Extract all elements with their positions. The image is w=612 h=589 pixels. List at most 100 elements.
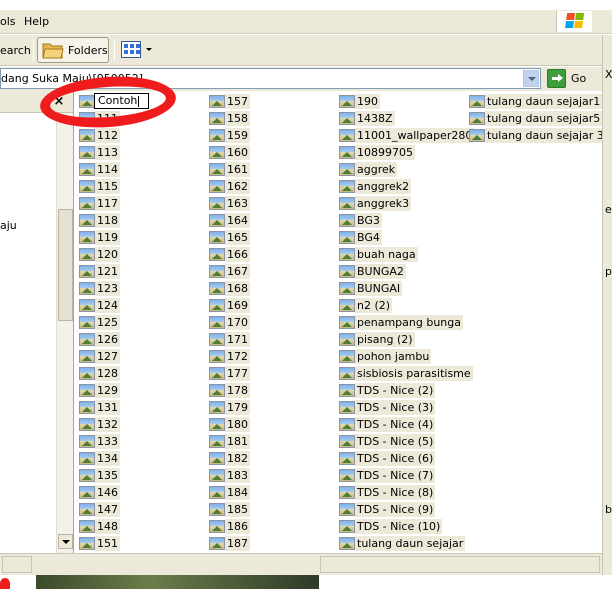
go-button[interactable]: Go [547,68,593,89]
address-dropdown-button[interactable] [523,70,539,87]
file-name: BUNGA2 [355,264,406,279]
image-file-icon [209,435,225,448]
image-file-icon [79,112,95,125]
image-file-icon [339,316,355,329]
image-file-icon [79,384,95,397]
image-file-icon [469,112,485,125]
edge-text: X [605,68,612,81]
image-file-icon [209,197,225,210]
file-name: 135 [95,468,120,483]
file-name: 128 [95,366,120,381]
scrollbar-thumb[interactable] [58,209,73,321]
image-file-icon [339,486,355,499]
image-file-icon [79,282,95,295]
toolbar: earch Folders [0,35,602,66]
image-file-icon [469,129,485,142]
views-button[interactable] [119,39,155,61]
file-name: 114 [95,162,120,177]
file-name: TDS - Nice (7) [355,468,436,483]
address-bar: dang Suka Maju\[050052] Go [0,67,612,91]
file-name: 134 [95,451,120,466]
image-file-icon [79,401,95,414]
image-file-icon [209,299,225,312]
folders-button[interactable]: Folders [37,37,109,63]
menu-tools[interactable]: ols [0,15,16,28]
image-file-icon [339,401,355,414]
folder-icon [42,43,64,59]
status-segment [320,556,600,573]
image-file-icon [79,418,95,431]
address-input[interactable]: dang Suka Maju\[050052] [0,68,541,89]
file-name: TDS - Nice (10) [355,519,443,534]
image-file-icon [209,333,225,346]
image-file-icon [79,248,95,261]
image-file-icon [209,231,225,244]
image-file-icon [339,520,355,533]
file-name: BG3 [355,213,382,228]
image-file-icon [339,384,355,397]
file-name: 11001_wallpaper280 [355,128,475,143]
image-file-icon [209,401,225,414]
search-button[interactable]: earch [0,44,31,57]
image-file-icon [339,299,355,312]
windows-logo-icon [556,11,592,32]
file-name: 10899705 [355,145,415,160]
background-window-edge: X e p b [602,35,612,575]
image-file-icon [79,452,95,465]
image-file-icon [339,197,355,210]
file-name: BUNGAI [355,281,403,296]
status-segment [2,556,32,573]
file-name: 119 [95,230,120,245]
image-file-icon [209,214,225,227]
image-file-icon [339,333,355,346]
image-file-icon [469,95,485,108]
file-name: 172 [225,349,250,364]
file-name: 166 [225,247,250,262]
image-file-icon [209,163,225,176]
image-file-icon [339,282,355,295]
file-name: buah naga [355,247,418,262]
file-name: 180 [225,417,250,432]
file-name: 111 [95,111,120,126]
image-file-icon [209,112,225,125]
file-name: n2 (2) [355,298,393,313]
image-file-icon [79,316,95,329]
file-name: aggrek [355,162,398,177]
file-name: 187 [225,536,250,551]
file-name: TDS - Nice (3) [355,400,436,415]
rename-text: Contoh [98,94,138,107]
image-file-icon [209,469,225,482]
file-name: sisbiosis parasitisme [355,366,473,381]
menu-help[interactable]: Help [24,15,49,28]
toolbar-separator [114,39,115,61]
image-file-icon [209,248,225,261]
address-path: dang Suka Maju\[050052] [1,72,144,85]
file-name: 184 [225,485,250,500]
scroll-down-button[interactable] [58,534,73,549]
file-name: 112 [95,128,120,143]
file-name: 170 [225,315,250,330]
file-name: penampang bunga [355,315,464,330]
image-file-icon [209,265,225,278]
close-icon[interactable]: × [52,95,66,109]
image-file-icon [79,197,95,210]
image-file-icon [79,537,95,550]
file-name: 131 [95,400,120,415]
image-file-icon [79,146,95,159]
image-file-icon [79,265,95,278]
edge-text: b [605,503,612,516]
file-name: 164 [225,213,250,228]
image-file-icon [339,95,355,108]
file-name: 182 [225,451,250,466]
file-name: 190 [355,94,380,109]
tree-item-label[interactable]: aju [0,219,17,232]
vertical-scrollbar[interactable] [56,113,73,553]
menu-bar: ols Help [0,10,612,34]
rename-input[interactable]: Contoh [94,93,149,109]
image-file-icon [339,129,355,142]
file-name: 115 [95,179,120,194]
file-name: 126 [95,332,120,347]
file-name: tulang daun sejajar [355,536,466,551]
file-name: 178 [225,383,250,398]
image-file-icon [79,214,95,227]
